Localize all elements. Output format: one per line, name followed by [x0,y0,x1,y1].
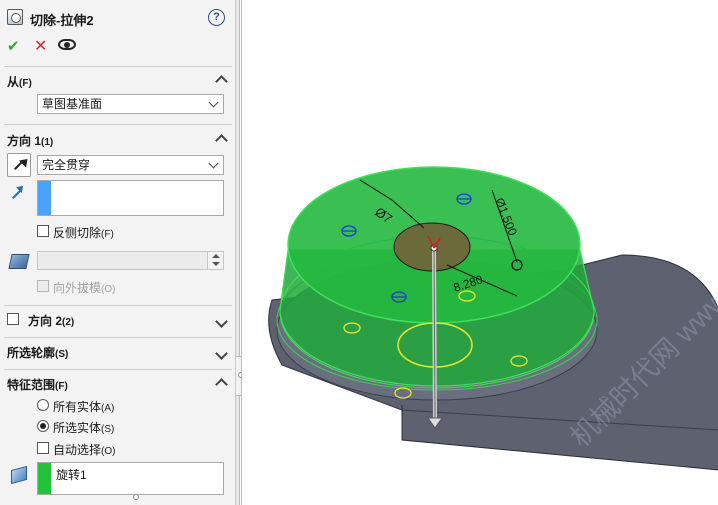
ok-check-icon[interactable]: ✔ [7,37,20,55]
draft-icon[interactable] [7,250,31,272]
direction-vector-icon [10,185,26,201]
selection-color-swatch [38,463,51,494]
draft-outward-checkbox[interactable]: 向外拔模(O) [37,279,187,295]
help-icon[interactable]: ? [208,9,225,26]
end-condition-select[interactable]: 完全贯穿 [37,155,224,175]
feature-title-bar: 切除-拉伸2 ? [0,0,236,34]
auto-select-checkbox[interactable]: 自动选择(O) [37,441,187,457]
collapse-direction1-chevron-icon[interactable] [216,133,226,143]
divider [4,66,232,67]
graphics-viewport[interactable]: Ø7 Ø1.500 8.280 机械时代网 www.jxage.com [241,0,718,505]
direction-selection-box[interactable] [37,180,224,216]
selected-contours-group-title[interactable]: 所选轮廓(S) [7,344,68,361]
spin-buttons-icon[interactable] [207,252,223,269]
preview-eye-icon[interactable] [58,39,76,50]
extrude-cut-icon [7,9,23,25]
panel-resize-handle[interactable] [133,494,139,500]
action-bar: ✔ ✕ [0,34,236,62]
expand-contours-chevron-icon[interactable] [216,350,226,360]
feature-scope-group-title[interactable]: 特征范围(F) [7,376,68,393]
dropdown-arrow-icon [208,158,219,169]
feature-title: 切除-拉伸2 [30,13,94,28]
divider [4,369,232,370]
property-manager: 切除-拉伸2 ? ✔ ✕ 从(F) 草图基准面 方向 1(1) 完全贯穿 反侧切… [0,0,236,505]
panel-splitter[interactable] [236,0,240,505]
from-condition-select[interactable]: 草图基准面 [37,94,224,114]
all-bodies-radio[interactable]: 所有实体(A) [37,398,187,414]
selection-color-swatch [38,181,51,215]
divider [4,305,232,306]
divider [4,124,232,125]
reverse-direction-icon[interactable] [7,153,31,177]
draft-angle-spinner[interactable] [37,251,224,270]
model-view[interactable]: Ø7 Ø1.500 8.280 [242,0,718,505]
divider [4,337,232,338]
from-group-title[interactable]: 从(F) [7,73,32,90]
selected-bodies-radio[interactable]: 所选实体(S) [37,419,187,435]
dropdown-arrow-icon [208,97,219,108]
cancel-x-icon[interactable]: ✕ [34,36,47,56]
flip-side-to-cut-checkbox[interactable]: 反侧切除(F) [37,224,187,240]
expand-direction2-chevron-icon[interactable] [216,318,226,328]
collapse-from-chevron-icon[interactable] [216,74,226,84]
collapse-scope-chevron-icon[interactable] [216,377,226,387]
solid-body-icon [9,464,29,484]
direction1-group-title[interactable]: 方向 1(1) [7,132,53,149]
direction2-checkbox[interactable]: 方向 2(2) [7,312,157,328]
bodies-to-affect-list[interactable]: 旋转1 [37,462,224,495]
list-item[interactable]: 旋转1 [56,466,87,483]
